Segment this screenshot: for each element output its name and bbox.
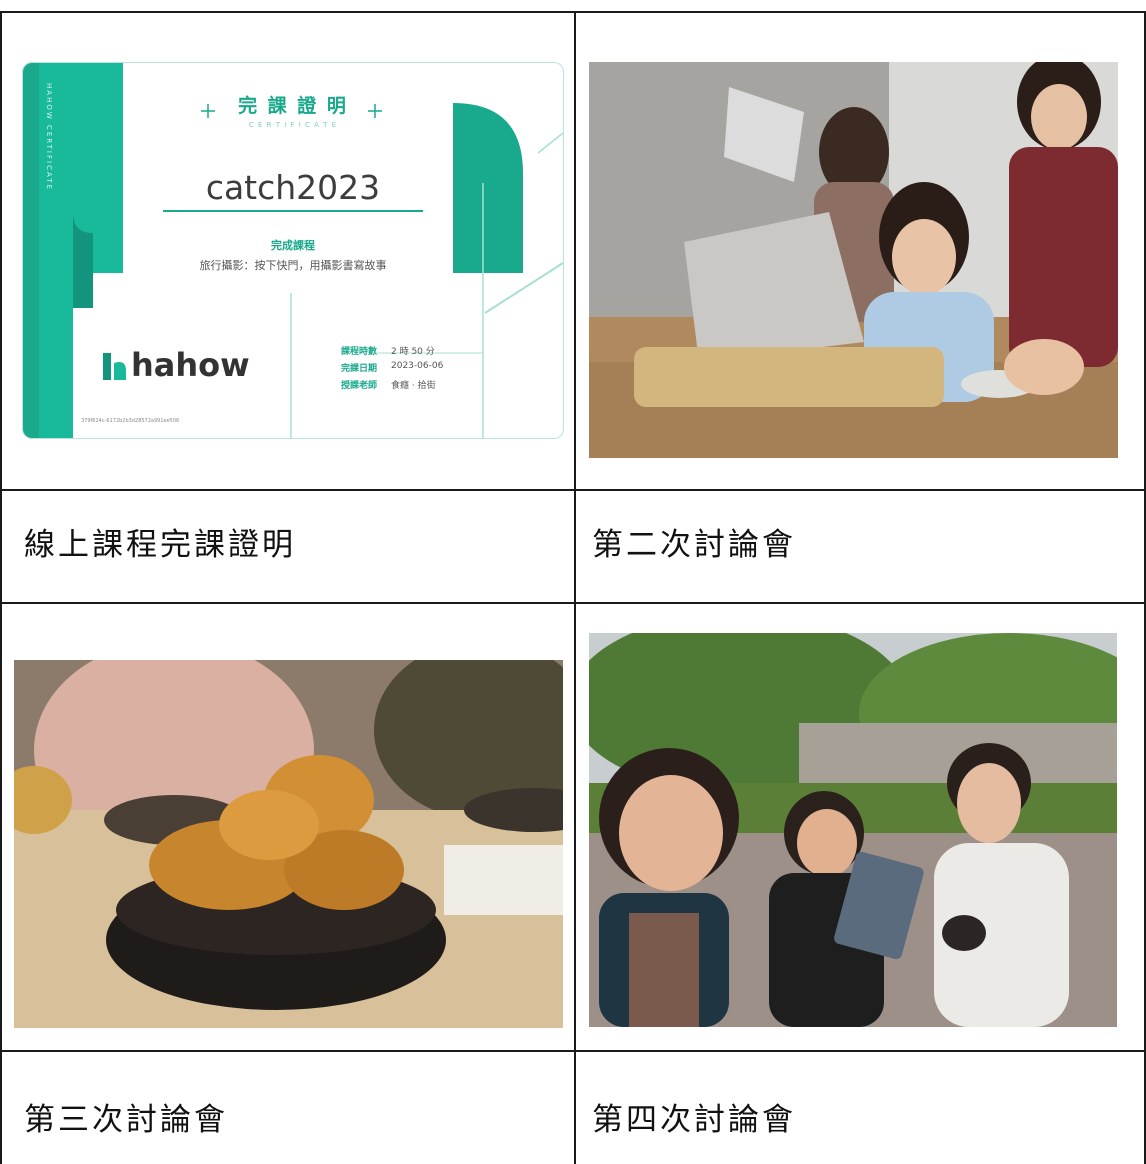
certificate-hours-value: 2 時 50 分 [391,347,435,357]
certificate-complete-label: 完成課程 [271,239,315,252]
photo-second-discussion [589,62,1118,458]
table-border-left [0,11,2,1164]
caption-fourth-discussion: 第四次討論會 [592,1102,796,1138]
certificate-heading: 完 課 證 明 [238,95,348,117]
certificate-teacher-value: 食癮 · 拾街 [391,381,436,391]
certificate-date-value: 2023-06-06 [391,361,444,371]
caption-third-discussion: 第三次討論會 [24,1102,228,1138]
table-border-top [0,11,1146,13]
certificate-serial: 379f624c-6172b2b3d28572a991ee506 [81,418,180,424]
photo-fourth-discussion-scene [589,633,1117,1027]
document-table: 完 課 證 明 C E R T I F I C A T E catch2023 … [0,0,1146,1164]
certificate-recipient-name: catch2023 [205,168,381,207]
caption-second-discussion: 第二次討論會 [592,527,796,563]
photo-third-discussion [14,660,563,1028]
photo-third-discussion-scene [14,660,563,1028]
photo-second-discussion-scene [589,62,1118,458]
table-border-row3 [0,1050,1146,1052]
certificate-date-label: 完課日期 [341,364,378,374]
caption-online-certificate: 線上課程完課證明 [24,527,296,563]
certificate-vertical-text: HAHOW CERTIFICATE [45,83,53,191]
table-border-row1 [0,489,1146,491]
certificate-brand: hahow [131,346,250,384]
table-border-middle [574,11,576,1164]
certificate-teacher-label: 授課老師 [341,381,378,391]
table-border-row2 [0,602,1146,604]
certificate-course-title: 旅行攝影：按下快門，用攝影書寫故事 [199,259,387,272]
certificate-hours-label: 課程時數 [341,347,378,357]
certificate-image: 完 課 證 明 C E R T I F I C A T E catch2023 … [22,62,564,439]
photo-fourth-discussion [589,633,1117,1027]
certificate-subheading: C E R T I F I C A T E [248,121,338,129]
